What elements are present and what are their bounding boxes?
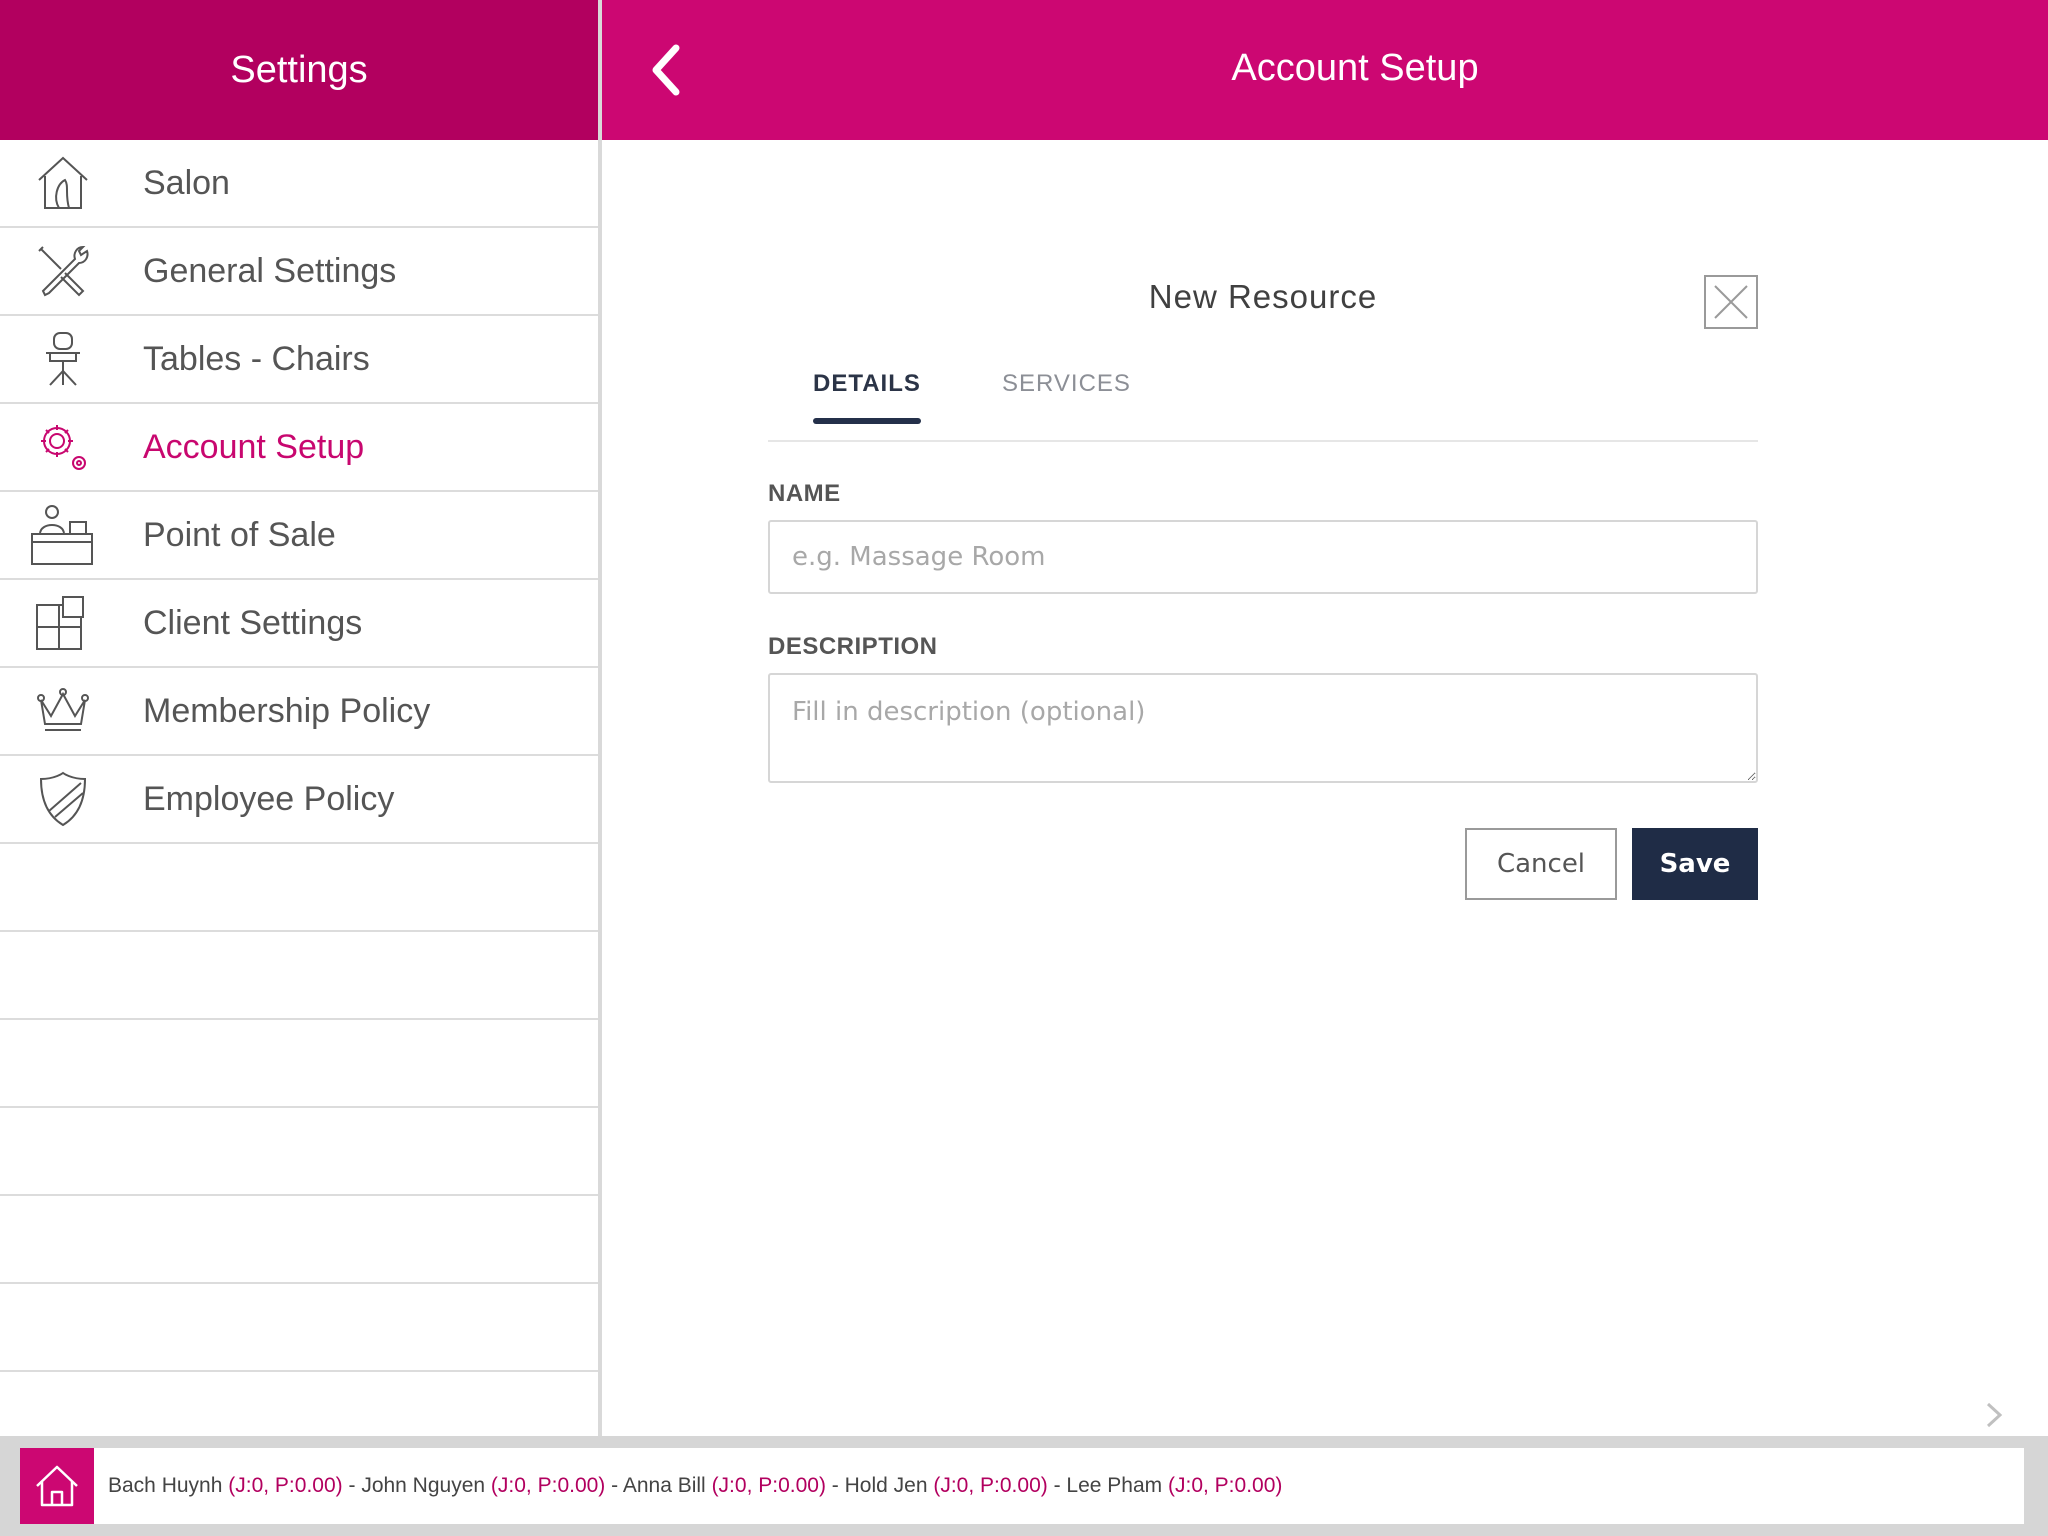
- sidebar-item-label: Account Setup: [143, 427, 365, 466]
- sidebar-item-membership-policy[interactable]: Membership Policy: [0, 668, 598, 756]
- staff-bar: Bach Huynh (J:0, P:0.00) - John Nguyen (…: [20, 1448, 2024, 1524]
- sidebar-empty-row: [0, 1196, 598, 1284]
- staff-separator: -: [1047, 1474, 1067, 1497]
- shield-icon: [28, 768, 98, 830]
- page-title: Account Setup: [1231, 46, 1479, 89]
- staff-stats: (J:0, P:0.00): [933, 1474, 1048, 1497]
- sidebar-item-general-settings[interactable]: General Settings: [0, 228, 598, 316]
- tab-services[interactable]: SERVICES: [1002, 370, 1131, 398]
- home-icon: [36, 1465, 78, 1507]
- close-icon: [1714, 285, 1748, 319]
- salon-house-icon: [28, 152, 98, 214]
- staff-separator: -: [825, 1474, 845, 1497]
- cashier-icon: [28, 504, 98, 566]
- sidebar-item-label: Tables - Chairs: [143, 339, 370, 378]
- staff-stats: (J:0, P:0.00): [228, 1474, 343, 1497]
- description-input[interactable]: [768, 673, 1758, 783]
- description-label: DESCRIPTION: [768, 633, 938, 660]
- blocks-icon: [28, 592, 98, 654]
- close-button[interactable]: [1704, 275, 1758, 329]
- tab-services-label: SERVICES: [1002, 370, 1131, 397]
- staff-footer: Bach Huynh (J:0, P:0.00) - John Nguyen (…: [0, 1436, 2048, 1536]
- sidebar-item-client-settings[interactable]: Client Settings: [0, 580, 598, 668]
- staff-name: Anna Bill: [622, 1474, 706, 1497]
- sidebar-item-tables-chairs[interactable]: Tables - Chairs: [0, 316, 598, 404]
- home-button[interactable]: [20, 1448, 94, 1524]
- crown-icon: [28, 680, 98, 742]
- sidebar-item-label: Employee Policy: [143, 779, 395, 818]
- staff-name: Hold Jen: [844, 1474, 928, 1497]
- app: Settings Salon General Settings Tables -…: [0, 0, 2048, 1536]
- new-resource-dialog: New Resource DETAILS SERVICES NAME DESCR…: [768, 270, 1758, 910]
- tools-icon: [28, 240, 98, 302]
- sidebar-empty-row: [0, 1284, 598, 1372]
- sidebar-item-salon[interactable]: Salon: [0, 140, 598, 228]
- name-input[interactable]: [768, 520, 1758, 594]
- sidebar-item-point-of-sale[interactable]: Point of Sale: [0, 492, 598, 580]
- top-bar: Account Setup: [602, 0, 2048, 140]
- sidebar: Settings Salon General Settings Tables -…: [0, 0, 602, 1436]
- sidebar-empty-row: [0, 1020, 598, 1108]
- staff-stats: (J:0, P:0.00): [490, 1474, 606, 1497]
- sidebar-item-label: Membership Policy: [143, 691, 431, 730]
- name-label: NAME: [768, 480, 841, 507]
- active-tab-indicator: [813, 418, 921, 424]
- dialog-tabs: DETAILS SERVICES: [768, 370, 1758, 442]
- staff-stats: (J:0, P:0.00): [711, 1474, 826, 1497]
- save-button[interactable]: Save: [1632, 828, 1758, 900]
- tab-details-label: DETAILS: [813, 370, 921, 397]
- sidebar-item-employee-policy[interactable]: Employee Policy: [0, 756, 598, 844]
- cancel-button[interactable]: Cancel: [1465, 828, 1617, 900]
- tab-details[interactable]: DETAILS: [813, 370, 921, 424]
- chair-icon: [28, 328, 98, 390]
- staff-name: Bach Huynh: [108, 1474, 223, 1497]
- staff-separator: -: [342, 1474, 362, 1497]
- chevron-right-icon[interactable]: [1982, 1400, 2006, 1430]
- staff-summary: Bach Huynh (J:0, P:0.00) - John Nguyen (…: [94, 1474, 1282, 1498]
- sidebar-empty-row: [0, 844, 598, 932]
- gears-icon: [28, 416, 98, 478]
- sidebar-item-label: Client Settings: [143, 603, 363, 642]
- dialog-title: New Resource: [1148, 278, 1378, 315]
- staff-name: John Nguyen: [361, 1474, 486, 1497]
- staff-separator: -: [605, 1474, 623, 1497]
- sidebar-item-label: General Settings: [143, 251, 397, 290]
- sidebar-item-label: Point of Sale: [143, 515, 336, 554]
- staff-name: Lee Pham: [1066, 1474, 1163, 1497]
- sidebar-empty-row: [0, 932, 598, 1020]
- sidebar-item-account-setup[interactable]: Account Setup: [0, 404, 598, 492]
- sidebar-title: Settings: [0, 0, 598, 140]
- staff-stats: (J:0, P:0.00): [1168, 1474, 1283, 1497]
- sidebar-empty-row: [0, 1108, 598, 1196]
- sidebar-item-label: Salon: [143, 163, 230, 202]
